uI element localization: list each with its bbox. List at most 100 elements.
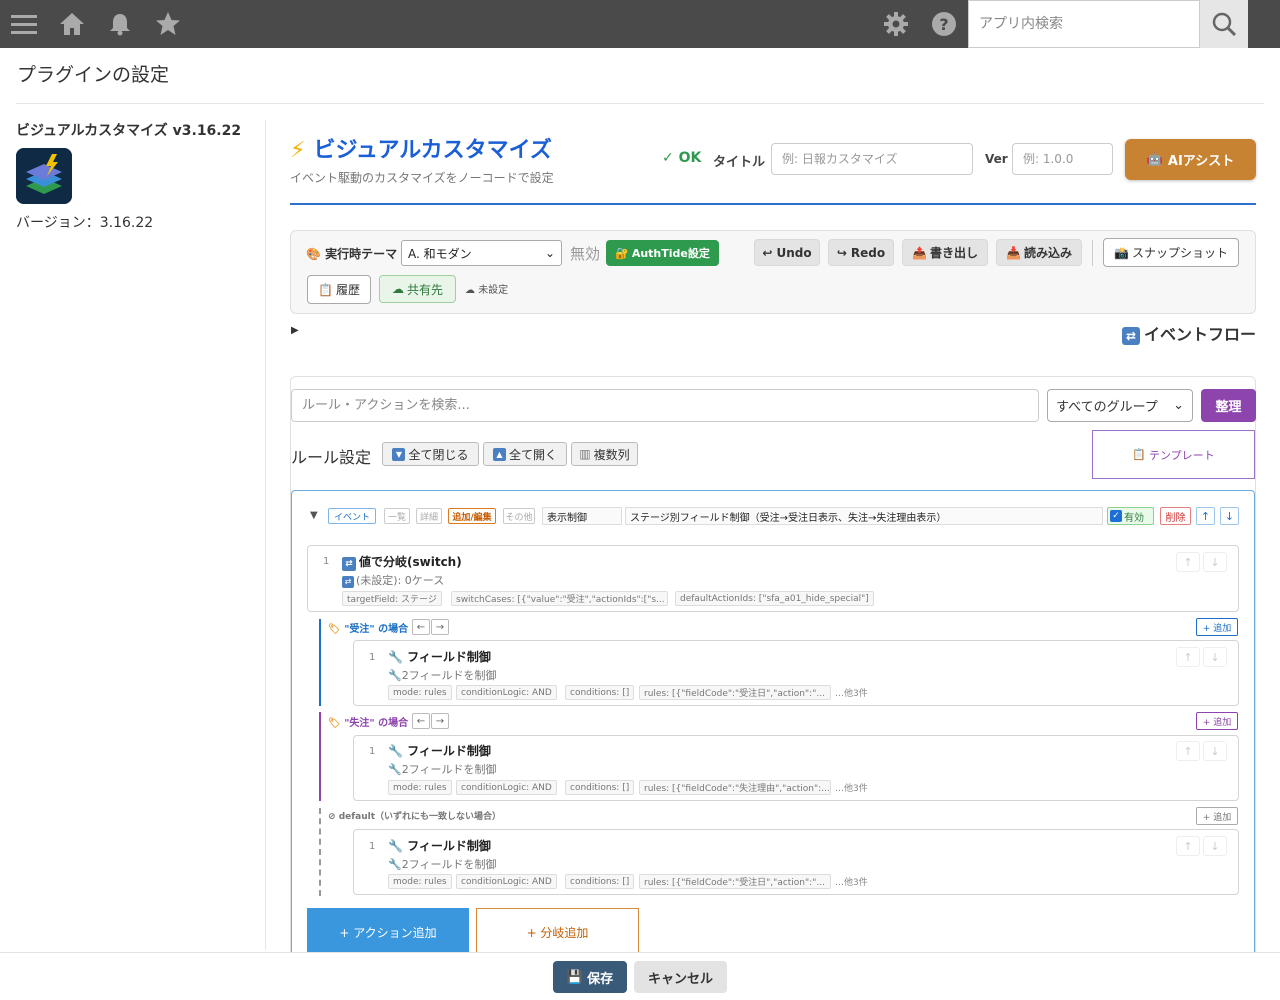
param-chip: conditionLogic: AND: [456, 780, 557, 795]
param-chip: mode: rules: [388, 874, 452, 889]
enabled-toggle[interactable]: ✓ 有効: [1107, 507, 1154, 525]
redo-button[interactable]: ↪ Redo: [828, 239, 894, 266]
bell-icon[interactable]: [106, 10, 134, 38]
arrow-left-icon[interactable]: ←: [412, 713, 430, 729]
camera-icon: 📸: [1114, 245, 1129, 260]
action-number: 1: [369, 652, 376, 663]
columns-icon: ▥: [579, 447, 591, 461]
param-chip: rules: [{"fieldCode":"受注日","action":"...: [639, 685, 831, 700]
tag-list[interactable]: 一覧: [384, 508, 410, 524]
help-icon[interactable]: ?: [930, 10, 958, 38]
multi-column-label: 複数列: [593, 447, 630, 462]
case-label-text: "受注" の場合: [344, 624, 409, 635]
add-case-action-button[interactable]: + 追加: [1196, 807, 1238, 825]
move-down-icon[interactable]: ↓: [1203, 741, 1227, 761]
home-icon[interactable]: [58, 10, 86, 38]
history-button[interactable]: 📋 履歴: [307, 275, 371, 304]
snapshot-button[interactable]: 📸 スナップショット: [1103, 238, 1239, 267]
arrow-right-icon[interactable]: →: [431, 713, 449, 729]
multi-column-button[interactable]: ▥ 複数列: [571, 442, 638, 466]
status-ok-badge: ✓ OK: [662, 150, 702, 166]
rule-description-input[interactable]: ステージ別フィールド制御（受注→受注日表示、失注→失注理由表示）: [625, 507, 1103, 525]
event-flow-heading[interactable]: ⇄ イベントフロー: [1122, 321, 1256, 345]
organize-button[interactable]: 整理: [1201, 389, 1256, 422]
case-label: ⊘ default（いずれにも一致しない場合）: [328, 809, 501, 822]
expand-triangle-icon[interactable]: ▶: [291, 325, 299, 336]
redo-icon: ↪: [836, 245, 847, 260]
delete-rule-button[interactable]: 削除: [1160, 507, 1191, 525]
action-title-text: フィールド制御: [407, 744, 491, 758]
arrow-right-icon[interactable]: →: [431, 619, 449, 635]
param-chip: rules: [{"fieldCode":"受注日","action":"...: [639, 874, 831, 889]
ai-assist-button[interactable]: 🤖 AIアシスト: [1125, 139, 1256, 180]
add-case-action-button[interactable]: + 追加: [1196, 618, 1238, 636]
import-label: 読み込み: [1023, 246, 1072, 260]
move-down-icon[interactable]: ↓: [1203, 647, 1227, 667]
expand-all-button[interactable]: ▲ 全て開く: [483, 442, 567, 466]
tag-other[interactable]: その他: [503, 508, 535, 524]
arrow-left-icon[interactable]: ←: [412, 619, 430, 635]
title-input[interactable]: [771, 143, 973, 175]
move-down-icon[interactable]: ↓: [1203, 552, 1227, 572]
group-select-value: すべてのグループ: [1056, 400, 1158, 415]
move-down-icon[interactable]: ↓: [1203, 836, 1227, 856]
share-button[interactable]: ☁ 共有先: [379, 275, 456, 303]
shuffle-icon: ⇄: [1122, 327, 1140, 345]
search-button[interactable]: [1200, 0, 1248, 48]
add-action-button[interactable]: + アクション追加: [307, 908, 469, 956]
ver-label: Ver: [985, 152, 1008, 166]
wrench-icon: 🔧: [388, 839, 403, 853]
collapse-rule-icon[interactable]: ▼: [310, 510, 318, 521]
param-chip: targetField: ステージ: [342, 591, 442, 606]
case-bar: [319, 712, 321, 801]
menu-icon[interactable]: [10, 10, 38, 38]
move-up-icon[interactable]: ↑: [1176, 647, 1200, 667]
rule-search-input[interactable]: [291, 389, 1039, 422]
action-subtitle-text: 2フィールドを制御: [401, 669, 497, 682]
move-up-icon[interactable]: ↑: [1176, 741, 1200, 761]
template-button[interactable]: 📋 テンプレート: [1092, 430, 1255, 479]
tag-event[interactable]: イベント: [328, 508, 376, 524]
add-case-action-button[interactable]: + 追加: [1196, 712, 1238, 730]
gear-icon[interactable]: [882, 10, 910, 38]
plugin-logo-icon: [16, 148, 72, 204]
case-bar: [319, 619, 321, 706]
tag-detail[interactable]: 詳細: [416, 508, 442, 524]
import-button[interactable]: 📥 読み込み: [996, 239, 1082, 266]
star-icon[interactable]: [154, 10, 182, 38]
move-up-icon[interactable]: ↑: [1196, 507, 1215, 525]
app-search-input[interactable]: [968, 0, 1200, 48]
param-chip: mode: rules: [388, 685, 452, 700]
action-subtitle: 🔧2フィールドを制御: [388, 761, 496, 777]
move-up-icon[interactable]: ↑: [1176, 836, 1200, 856]
clipboard-icon: 📋: [1132, 448, 1147, 461]
action-subtitle: 🔧2フィールドを制御: [388, 856, 496, 872]
authtide-label: AuthTide設定: [631, 247, 710, 260]
robot-icon: 🤖: [1146, 152, 1163, 167]
plugin-version: バージョン：3.16.22: [16, 215, 154, 231]
undo-button[interactable]: ↩ Undo: [754, 239, 820, 266]
move-down-icon[interactable]: ↓: [1220, 507, 1239, 525]
switch-title: ⇄ 値で分岐(switch): [342, 553, 462, 571]
collapse-all-button[interactable]: ▼ 全て閉じる: [382, 442, 479, 466]
move-up-icon[interactable]: ↑: [1176, 552, 1200, 572]
theme-select[interactable]: A. 和モダン ⌄: [401, 240, 562, 266]
cancel-button[interactable]: キャンセル: [634, 961, 727, 993]
version-input[interactable]: [1012, 143, 1113, 175]
save-button[interactable]: 💾 保存: [553, 961, 627, 993]
rules-heading: ルール設定: [291, 448, 372, 467]
theme-label-text: 実行時テーマ: [325, 247, 398, 261]
share-status: ☁ 未設定: [465, 281, 508, 296]
header-underline: [290, 203, 1256, 205]
tag-edit[interactable]: 追加/編集: [448, 508, 496, 524]
export-button[interactable]: 📤 書き出し: [902, 239, 988, 266]
authtide-settings-button[interactable]: 🔐 AuthTide設定: [606, 240, 719, 266]
search-icon: [1212, 12, 1237, 37]
case-label-text: default（いずれにも一致しない場合）: [338, 812, 502, 822]
more-params: …他3件: [835, 878, 868, 888]
group-select[interactable]: すべてのグループ ⌄: [1047, 389, 1193, 422]
checkbox-checked-icon: ✓: [1110, 510, 1122, 522]
add-branch-button[interactable]: + 分岐追加: [476, 908, 639, 956]
rule-name-input[interactable]: 表示制御: [542, 507, 622, 525]
wrench-icon: 🔧: [388, 763, 402, 776]
